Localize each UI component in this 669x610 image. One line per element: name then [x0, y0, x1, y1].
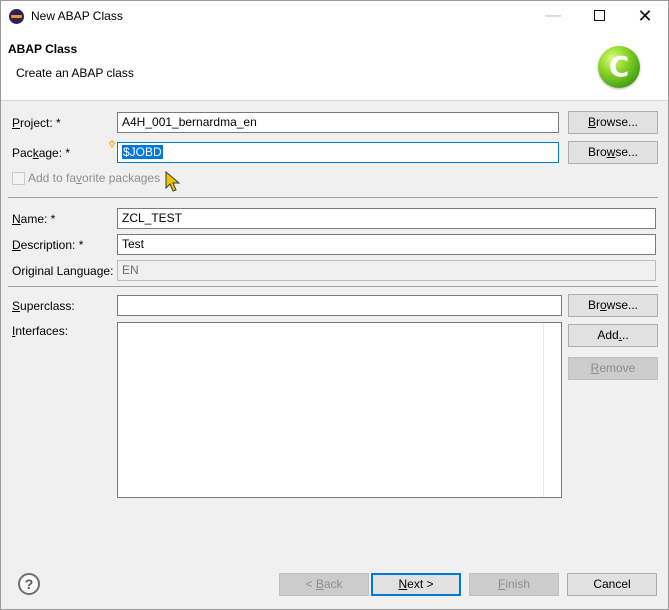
description-label: Description: * [12, 238, 84, 252]
project-field[interactable]: A4H_001_bernardma_en [117, 112, 559, 133]
package-browse-button[interactable]: Browse... [568, 141, 658, 164]
new-abap-class-dialog: New ABAP Class — ✕ ABAP Class Create an … [0, 0, 669, 610]
eclipse-icon [9, 9, 24, 24]
description-field[interactable]: Test [117, 234, 656, 255]
add-interface-button[interactable]: Add... [568, 324, 658, 347]
content-assist-marker-icon [109, 140, 115, 148]
add-to-favorite-label: Add to favorite packages [28, 171, 161, 185]
minimize-button[interactable]: — [530, 1, 576, 31]
remove-interface-button[interactable]: Remove [568, 357, 658, 380]
back-button[interactable]: < Back [279, 573, 369, 596]
page-title: ABAP Class [8, 42, 78, 56]
superclass-browse-button[interactable]: Browse... [568, 294, 658, 317]
list-divider [543, 323, 544, 497]
name-field[interactable]: ZCL_TEST [117, 208, 656, 229]
original-language-label: Original Language: [12, 264, 114, 278]
title-bar[interactable]: New ABAP Class — ✕ [1, 1, 668, 31]
logo-letter: C [608, 50, 630, 83]
cancel-button[interactable]: Cancel [567, 573, 657, 596]
separator-2 [8, 286, 658, 287]
maximize-icon [593, 10, 605, 22]
help-icon[interactable]: ? [18, 573, 40, 595]
project-browse-button[interactable]: Browse... [568, 111, 658, 134]
abap-class-logo-icon: C [598, 46, 640, 88]
next-button[interactable]: Next > [371, 573, 461, 596]
name-label: Name: * [12, 212, 56, 226]
superclass-field[interactable] [117, 295, 562, 316]
superclass-label: Superclass: [12, 299, 75, 313]
window-title: New ABAP Class [31, 9, 123, 23]
close-button[interactable]: ✕ [622, 1, 668, 31]
package-field-selection: $JOBD [122, 145, 163, 159]
header-banner: ABAP Class Create an ABAP class C [1, 31, 668, 101]
interfaces-list[interactable] [117, 322, 562, 498]
add-to-favorite-checkbox[interactable] [12, 172, 25, 185]
package-label: Package: * [12, 146, 71, 160]
page-subtitle: Create an ABAP class [16, 66, 134, 80]
package-field[interactable]: $JOBD [117, 142, 559, 163]
interfaces-label: Interfaces: [12, 324, 69, 338]
original-language-field: EN [117, 260, 656, 281]
mouse-pointer-icon [165, 171, 181, 192]
maximize-button[interactable] [576, 1, 622, 31]
separator-1 [8, 197, 658, 198]
finish-button[interactable]: Finish [469, 573, 559, 596]
project-label: Project: * [12, 116, 61, 130]
